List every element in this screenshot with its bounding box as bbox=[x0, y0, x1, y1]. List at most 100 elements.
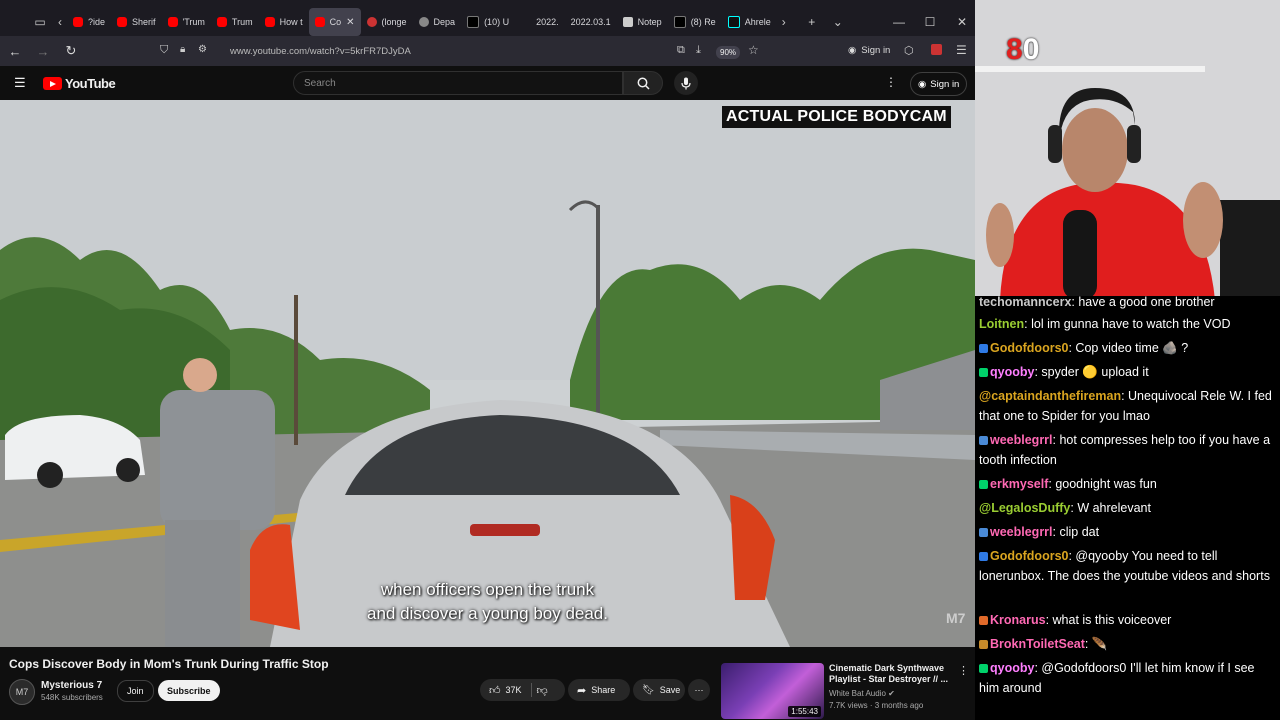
like-button[interactable]: 👍︎ 37K bbox=[489, 684, 522, 697]
chat-username[interactable]: weeblegrrl bbox=[990, 433, 1053, 447]
reddit-icon bbox=[366, 17, 377, 27]
account-icon: ◉ bbox=[848, 45, 857, 56]
recommended-meta: 7.7K views · 3 months ago bbox=[829, 701, 924, 710]
menu-icon[interactable]: ☰ bbox=[956, 43, 967, 57]
youtube-play-icon bbox=[43, 77, 62, 90]
chat-message: Loitnen: lol im gunna have to watch the … bbox=[979, 314, 1275, 334]
save-button[interactable]: 🔖︎ Save bbox=[633, 679, 685, 701]
tiktok-icon bbox=[727, 16, 740, 28]
browser-tab[interactable]: ?ide bbox=[67, 8, 111, 36]
list-tabs-icon[interactable]: ⌄ bbox=[825, 8, 851, 36]
browser-tab[interactable]: Trum bbox=[211, 8, 259, 36]
chat-message: BroknToiletSeat: 🪶 bbox=[979, 634, 1275, 654]
dislike-button[interactable]: 👎︎ bbox=[537, 684, 548, 697]
youtube-icon bbox=[216, 17, 227, 27]
shield-icon[interactable]: ⛉ bbox=[160, 44, 168, 57]
thumbs-down-icon: 👎︎ bbox=[536, 684, 548, 697]
recommended-more-icon[interactable]: ⋮ bbox=[958, 664, 969, 677]
chat-username[interactable]: Loitnen bbox=[979, 317, 1024, 331]
extensions-icon[interactable]: ⬡ bbox=[904, 44, 914, 57]
chat-username[interactable]: BroknToiletSeat bbox=[990, 637, 1085, 651]
x-icon bbox=[673, 16, 686, 28]
browser-tab-active[interactable]: Co ✕ bbox=[308, 8, 361, 36]
chat-username[interactable]: techomanncerx bbox=[979, 295, 1071, 309]
tab-scroll-left-icon[interactable]: ‹ bbox=[53, 8, 67, 36]
picture-in-picture-icon[interactable]: ⧉ bbox=[677, 44, 685, 57]
new-tab-icon[interactable]: + bbox=[799, 8, 825, 36]
channel-name[interactable]: Mysterious 7 bbox=[41, 680, 102, 691]
chat-username[interactable]: qyooby bbox=[990, 661, 1034, 675]
join-button[interactable]: Join bbox=[117, 680, 154, 702]
back-icon[interactable]: ← bbox=[1, 37, 29, 65]
chat-message: techomanncerx: have a good one brother bbox=[979, 292, 1275, 312]
browser-tab[interactable]: 2022.03.1 bbox=[565, 8, 617, 36]
tab-overview-icon[interactable]: ▭ bbox=[27, 8, 53, 36]
more-horizontal-icon: ⋯ bbox=[694, 684, 704, 695]
chat-username[interactable]: erkmyself bbox=[990, 477, 1048, 491]
chat-message: Godofdoors0: @qyooby You need to tell lo… bbox=[979, 546, 1275, 586]
video-duration: 1:55:43 bbox=[788, 706, 821, 717]
close-tab-icon[interactable]: ✕ bbox=[346, 17, 354, 28]
download-icon[interactable]: ⤓ bbox=[696, 44, 701, 57]
subscribe-button[interactable]: Subscribe bbox=[158, 680, 220, 701]
chat-username[interactable]: qyooby bbox=[990, 365, 1034, 379]
browser-tab[interactable]: 'Trum bbox=[162, 8, 211, 36]
chat-username[interactable]: weeblegrrl bbox=[990, 525, 1053, 539]
browser-tab[interactable]: (longe bbox=[361, 8, 413, 36]
reload-icon[interactable]: ↻ bbox=[57, 37, 85, 65]
zoom-level[interactable]: 90% bbox=[716, 46, 741, 59]
youtube-logo[interactable]: YouTube bbox=[43, 76, 116, 91]
tab-scroll-right-icon[interactable]: › bbox=[777, 8, 791, 36]
search-input[interactable]: Search bbox=[293, 71, 623, 95]
chat-message: qyooby: spyder 🟡 upload it bbox=[979, 362, 1275, 382]
browser-tab[interactable]: How t bbox=[259, 8, 309, 36]
stream-chat: techomanncerx: have a good one brother Lo… bbox=[975, 295, 1280, 720]
chat-username[interactable]: @captaindanthefireman bbox=[979, 389, 1121, 403]
recommended-channel[interactable]: White Bat Audio ✔︎ bbox=[829, 689, 895, 698]
browser-tab[interactable]: 2022. bbox=[515, 8, 565, 36]
extension-badge-icon[interactable] bbox=[931, 44, 942, 55]
more-actions-button[interactable]: ⋯ bbox=[688, 679, 710, 701]
notepad-icon bbox=[622, 17, 633, 27]
browser-tab[interactable]: Depa bbox=[413, 8, 462, 36]
caption-line: and discover a young boy dead. bbox=[366, 604, 608, 623]
share-button[interactable]: ➦ Share bbox=[568, 679, 630, 701]
channel-avatar[interactable]: M7 bbox=[9, 679, 35, 705]
chat-username[interactable]: @LegalosDuffy bbox=[979, 501, 1070, 515]
youtube-icon bbox=[314, 17, 325, 27]
firefox-account[interactable]: ◉ Sign in bbox=[848, 45, 890, 56]
search-icon bbox=[637, 77, 650, 90]
video-title: Cops Discover Body in Mom's Trunk During… bbox=[9, 657, 329, 671]
search-button[interactable] bbox=[623, 71, 663, 95]
chat-text: : have a good one brother bbox=[1071, 295, 1215, 309]
url-field[interactable]: www.youtube.com/watch?v=5krFR7DJyDA bbox=[230, 46, 411, 57]
video-banner: ACTUAL POLICE BODYCAM bbox=[722, 106, 951, 128]
forward-icon[interactable]: → bbox=[29, 37, 57, 65]
chat-text: : what is this voiceover bbox=[1045, 613, 1172, 627]
channel-watermark[interactable]: M7 bbox=[946, 610, 965, 626]
chat-badge-icon bbox=[979, 368, 988, 377]
verified-icon: ✔︎ bbox=[888, 689, 895, 698]
hamburger-menu-icon[interactable]: ☰ bbox=[14, 75, 26, 91]
browser-tab[interactable]: Notep bbox=[617, 8, 668, 36]
video-player[interactable]: ACTUAL POLICE BODYCAM when officers open… bbox=[0, 100, 975, 647]
browser-tab[interactable]: Ahrele bbox=[722, 8, 777, 36]
more-options-icon[interactable]: ⋮ bbox=[885, 75, 897, 89]
recommended-thumbnail[interactable]: 1:55:43 bbox=[721, 663, 824, 719]
chat-username[interactable]: Godofdoors0 bbox=[990, 341, 1068, 355]
account-circle-icon: ◉ bbox=[918, 78, 927, 90]
browser-tab[interactable]: Sherif bbox=[111, 8, 162, 36]
youtube-sign-in-button[interactable]: ◉ Sign in bbox=[910, 72, 968, 96]
browser-tab[interactable]: (10) U bbox=[461, 8, 515, 36]
chat-username[interactable]: Kronarus bbox=[990, 613, 1046, 627]
caption-line: when officers open the trunk bbox=[380, 580, 595, 599]
browser-tab[interactable]: (8) Re bbox=[668, 8, 722, 36]
voice-search-button[interactable] bbox=[674, 71, 698, 95]
bookmark-star-icon[interactable]: ☆ bbox=[748, 43, 759, 57]
chat-message: @captaindanthefireman: Unequivocal Rele … bbox=[979, 386, 1275, 426]
chat-username[interactable]: Godofdoors0 bbox=[990, 549, 1068, 563]
chat-badge-icon bbox=[979, 640, 988, 649]
recommended-title[interactable]: Cinematic Dark Synthwave Playlist - Star… bbox=[829, 663, 954, 685]
chat-badge-icon bbox=[979, 664, 988, 673]
permissions-icon[interactable]: ⚙ bbox=[198, 44, 207, 55]
